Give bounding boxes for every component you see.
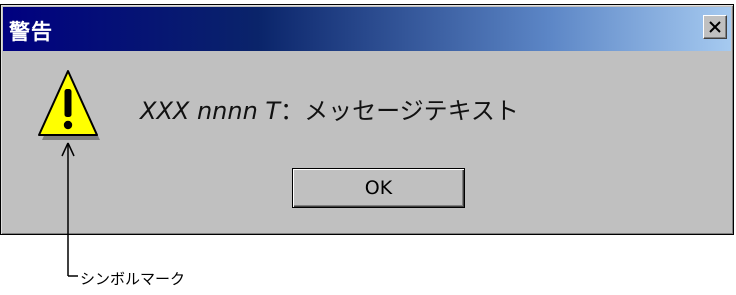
dialog-title: 警告 bbox=[9, 20, 53, 44]
message-text: メッセージテキスト bbox=[304, 97, 519, 125]
warning-icon bbox=[38, 70, 100, 140]
annotation-arrow bbox=[61, 142, 78, 277]
message-separator: ： bbox=[280, 97, 305, 125]
title-bar[interactable]: 警告 bbox=[3, 7, 731, 51]
close-button[interactable] bbox=[703, 15, 727, 39]
message-line: XXX nnnn T：メッセージテキスト bbox=[140, 91, 519, 126]
ok-button[interactable]: OK bbox=[292, 168, 465, 208]
annotation-label: シンボルマーク bbox=[80, 270, 186, 288]
message-code: XXX nnnn T bbox=[140, 97, 281, 125]
close-icon bbox=[709, 21, 721, 33]
warning-dialog: 警告 XXX nnnn T：メッセージテキスト OK bbox=[0, 4, 734, 235]
